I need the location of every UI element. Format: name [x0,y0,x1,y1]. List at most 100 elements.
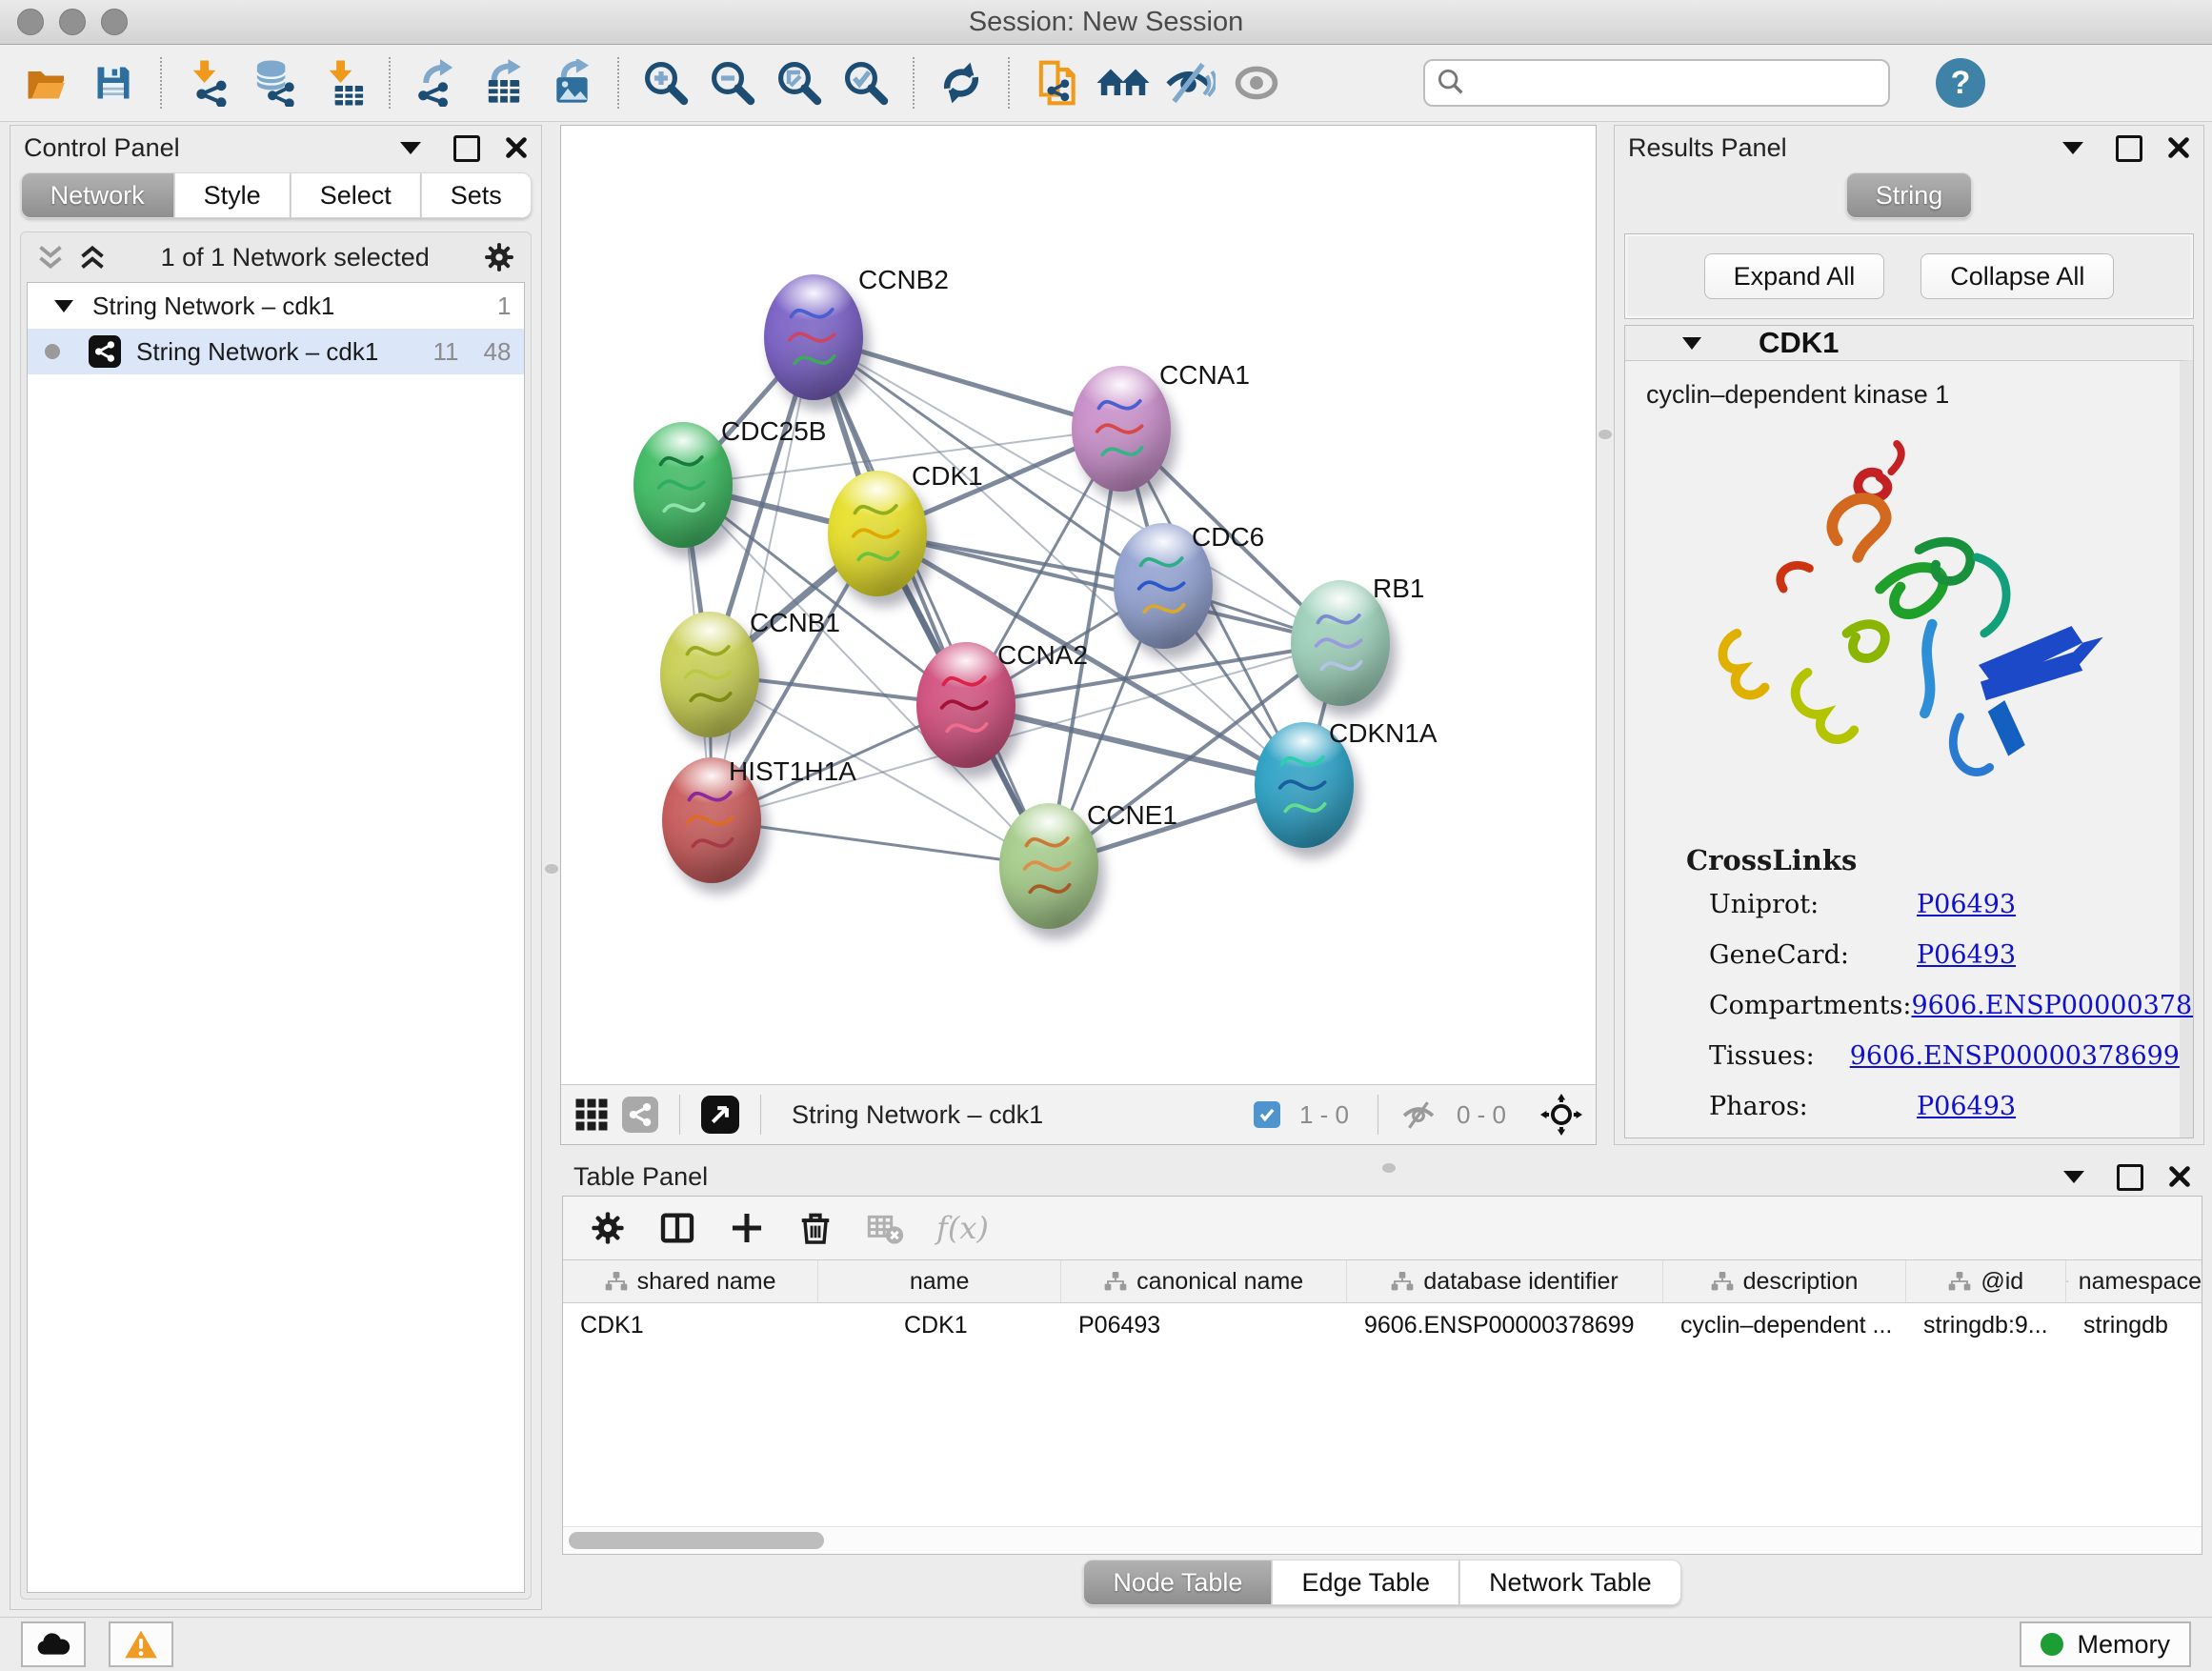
maximize-panel-icon[interactable] [2116,135,2142,162]
network-node-cdc25b[interactable] [633,422,733,548]
close-panel-icon[interactable] [2168,1165,2191,1190]
export-table-button[interactable] [471,52,537,113]
float-panel-icon[interactable] [2062,142,2083,154]
selected-checkbox[interactable] [1254,1101,1280,1128]
function-builder-button[interactable]: f(x) [936,1210,989,1246]
tab-select[interactable]: Select [291,172,421,218]
tab-edge-table[interactable]: Edge Table [1272,1560,1459,1605]
left-splitter[interactable] [542,121,560,1618]
table-row[interactable]: CDK1 CDK1 P06493 9606.ENSP00000378699 cy… [563,1303,2202,1347]
export-network-button[interactable] [404,52,471,113]
cell-database-identifier[interactable]: 9606.ENSP00000378699 [1347,1303,1663,1347]
zoom-in-button[interactable] [633,52,699,113]
import-table-button[interactable] [309,52,375,113]
open-session-button[interactable] [13,52,80,113]
network-edge[interactable] [712,820,1049,866]
birdseye-crosshair-icon[interactable] [1540,1094,1582,1136]
right-splitter[interactable] [1597,125,1614,1145]
clone-network-button[interactable] [1023,52,1090,113]
float-panel-icon[interactable] [2063,1171,2084,1183]
crosslink-link[interactable]: 9606.ENSP00000378699 [1850,1041,2180,1071]
tab-string[interactable]: String [1846,172,1973,218]
warnings-button[interactable] [109,1621,173,1667]
collapse-caret-icon[interactable] [54,300,73,312]
float-panel-icon[interactable] [400,142,421,154]
tab-style[interactable]: Style [174,172,291,218]
zoom-fit-button[interactable] [766,52,833,113]
cell-namespace[interactable]: stringdb [2066,1303,2202,1347]
refresh-view-button[interactable] [928,52,995,113]
crosslink-link[interactable]: P06493 [1917,890,2016,919]
import-network-button[interactable] [175,52,242,113]
tab-sets[interactable]: Sets [421,172,532,218]
maximize-panel-icon[interactable] [453,135,480,162]
network-edge[interactable] [966,705,1304,785]
network-view-icon[interactable] [622,1097,658,1133]
detach-view-icon[interactable] [701,1096,739,1134]
column-header-name[interactable]: name [818,1260,1061,1302]
network-node-ccnb1[interactable] [660,612,759,737]
network-node-ccnb2[interactable] [764,274,863,400]
column-header-canonical-name[interactable]: canonical name [1061,1260,1347,1302]
splitter-handle[interactable] [1599,430,1612,439]
close-panel-icon[interactable] [2167,136,2190,161]
network-collection-row[interactable]: String Network – cdk1 1 [28,283,524,329]
close-panel-icon[interactable] [505,136,528,161]
show-all-button[interactable] [1223,52,1290,113]
cell-name[interactable]: CDK1 [818,1303,1061,1347]
toolbar-separator [617,57,619,109]
protein-section-header[interactable]: CDK1 [1625,326,2193,360]
network-row[interactable]: String Network – cdk1 11 48 [28,329,524,374]
collapse-caret-icon[interactable] [1682,337,1701,350]
column-header-id[interactable]: @id [1906,1260,2066,1302]
network-node-ccne1[interactable] [999,803,1098,929]
hide-selected-button[interactable] [1156,52,1223,113]
collapse-all-icon[interactable] [36,244,65,271]
column-header-shared-name[interactable]: shared name [563,1260,818,1302]
network-node-ccna1[interactable] [1072,366,1171,492]
crosslink-link[interactable]: 9606.ENSP00000378699 [1911,991,2194,1020]
cell-description[interactable]: cyclin–dependent ... [1663,1303,1906,1347]
network-edge[interactable] [877,534,1340,643]
table-horizontal-scrollbar[interactable] [563,1526,2202,1554]
cell-id[interactable]: stringdb:9... [1906,1303,2066,1347]
delete-column-icon[interactable] [797,1210,834,1246]
scrollbar-thumb[interactable] [569,1532,824,1549]
gear-icon[interactable] [483,241,515,273]
maximize-panel-icon[interactable] [2117,1164,2143,1191]
column-header-database-identifier[interactable]: database identifier [1347,1260,1663,1302]
save-session-button[interactable] [80,52,147,113]
birdseye-homes-button[interactable] [1090,52,1156,113]
tab-network-table[interactable]: Network Table [1459,1560,1681,1605]
network-edge[interactable] [712,337,814,820]
cell-canonical-name[interactable]: P06493 [1061,1303,1347,1347]
network-view-statusbar: String Network – cdk1 1 - 0 0 - 0 [561,1084,1596,1144]
shared-column-icon [1948,1271,1971,1292]
zoom-selected-button[interactable] [833,52,899,113]
cell-shared-name[interactable]: CDK1 [563,1303,818,1347]
gear-icon[interactable] [590,1210,626,1246]
splitter-handle[interactable] [545,864,558,874]
show-columns-icon[interactable] [658,1209,696,1247]
memory-button[interactable]: Memory [2020,1621,2191,1667]
help-button[interactable]: ? [1936,58,1985,108]
column-header-description[interactable]: description [1663,1260,1906,1302]
grid-view-icon[interactable] [574,1097,609,1132]
import-network-from-database-button[interactable] [242,52,309,113]
expand-all-button[interactable]: Expand All [1704,253,1885,299]
export-image-button[interactable] [537,52,604,113]
expand-all-icon[interactable] [78,244,107,271]
add-column-icon[interactable] [729,1210,765,1246]
splitter-handle[interactable] [1382,1163,1396,1173]
tab-network[interactable]: Network [21,172,174,218]
zoom-out-button[interactable] [699,52,766,113]
collapse-all-button[interactable]: Collapse All [1920,253,2114,299]
crosslink-link[interactable]: P06493 [1917,1092,2016,1121]
network-canvas[interactable]: CCNB2CCNA1CDC25BCDK1CDC6RB1CCNB1CCNA2CDK… [561,126,1596,1084]
column-header-namespace[interactable]: namespace [2066,1260,2202,1302]
cloud-button[interactable] [21,1621,86,1667]
tab-node-table[interactable]: Node Table [1083,1560,1272,1605]
search-input[interactable] [1423,59,1890,107]
crosslink-link[interactable]: P06493 [1917,940,2016,970]
delete-table-icon[interactable] [866,1209,904,1247]
